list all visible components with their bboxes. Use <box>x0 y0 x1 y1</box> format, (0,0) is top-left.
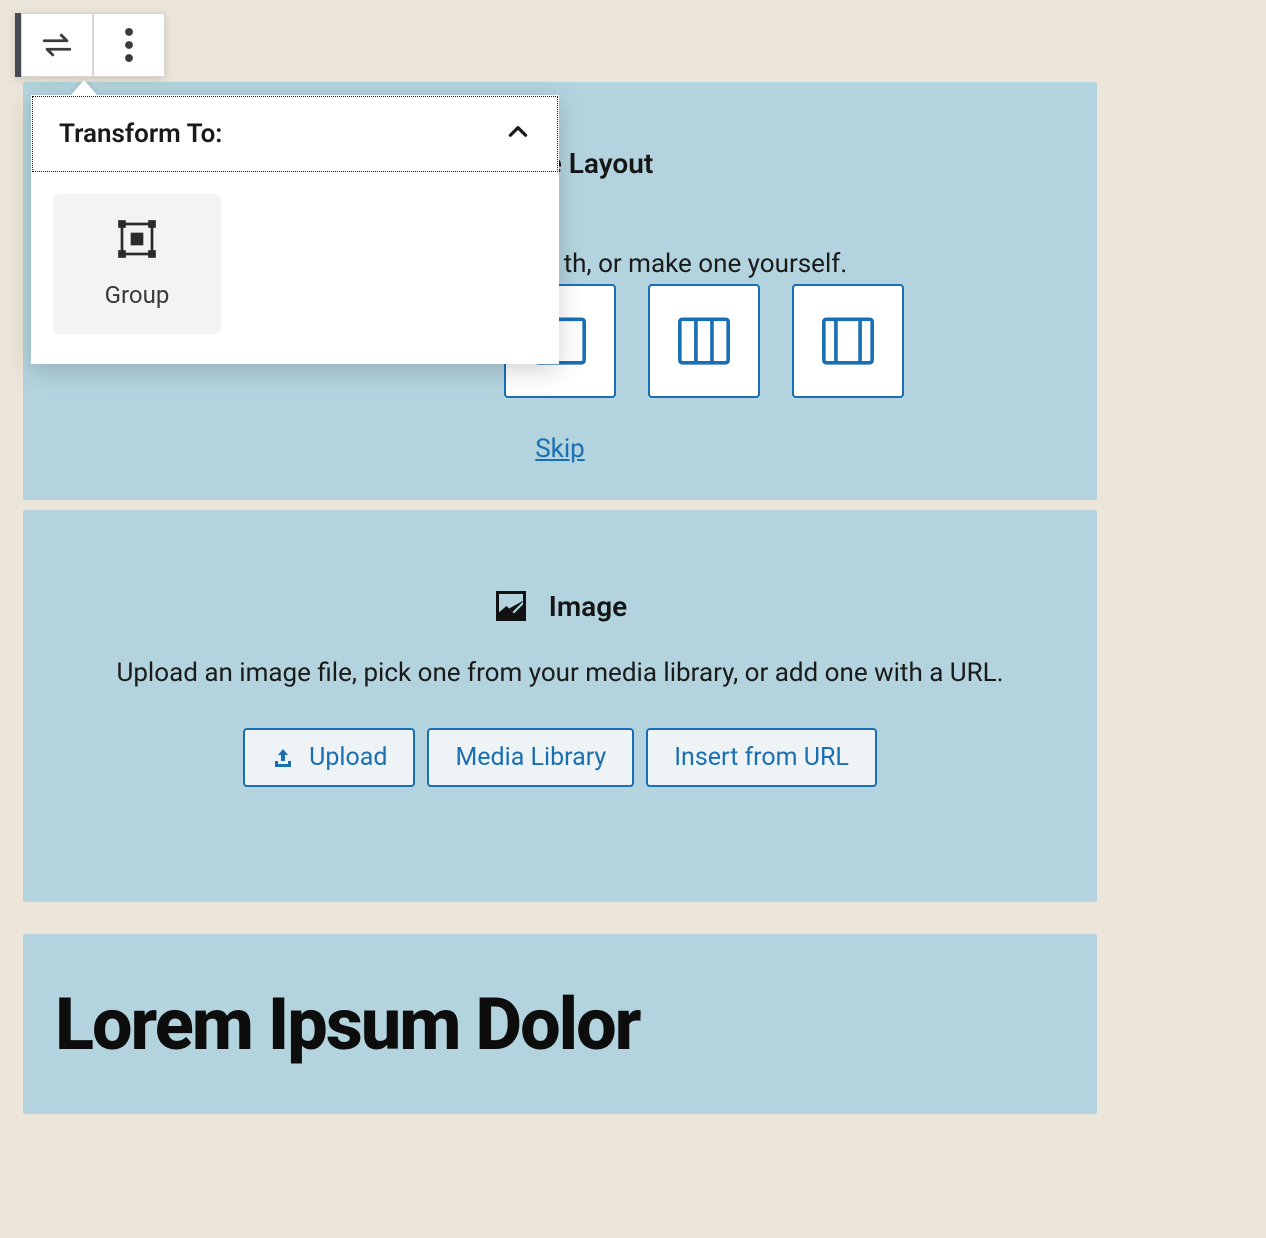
layout-option-25-50-25[interactable] <box>792 284 904 398</box>
block-toolbar <box>15 13 165 77</box>
more-vertical-icon <box>125 28 133 62</box>
columns-25-50-25-icon <box>819 312 877 370</box>
image-block-panel: Image Upload an image file, pick one fro… <box>23 510 1097 902</box>
upload-button[interactable]: Upload <box>243 728 415 787</box>
transform-option-label: Group <box>105 281 170 309</box>
transform-popover: Transform To: Group <box>31 95 559 364</box>
transform-option-group[interactable]: Group <box>53 194 221 334</box>
upload-label: Upload <box>309 743 387 772</box>
media-library-button[interactable]: Media Library <box>427 728 634 787</box>
layout-option-33-33-33[interactable] <box>648 284 760 398</box>
popover-arrow <box>70 80 98 96</box>
image-actions-row: Upload Media Library Insert from URL <box>210 728 910 787</box>
insert-from-url-button[interactable]: Insert from URL <box>646 728 877 787</box>
insert-url-label: Insert from URL <box>674 743 849 772</box>
heading-block-panel: Lorem Ipsum Dolor <box>23 934 1097 1114</box>
popover-title: Transform To: <box>59 119 222 149</box>
image-panel-description: Upload an image file, pick one from your… <box>116 658 1003 688</box>
transform-icon <box>40 28 74 62</box>
more-options-button[interactable] <box>93 13 165 77</box>
columns-thirds-icon <box>675 312 733 370</box>
heading-text[interactable]: Lorem Ipsum Dolor <box>55 982 640 1067</box>
group-icon <box>117 219 157 259</box>
upload-icon <box>271 746 295 770</box>
media-library-label: Media Library <box>455 743 606 772</box>
image-icon <box>493 588 529 624</box>
chevron-up-icon <box>505 119 531 149</box>
transform-button[interactable] <box>21 13 93 77</box>
popover-header[interactable]: Transform To: <box>32 96 558 172</box>
image-panel-title: Image <box>549 590 627 623</box>
skip-link[interactable]: Skip <box>535 434 585 464</box>
image-panel-header: Image <box>493 588 627 624</box>
